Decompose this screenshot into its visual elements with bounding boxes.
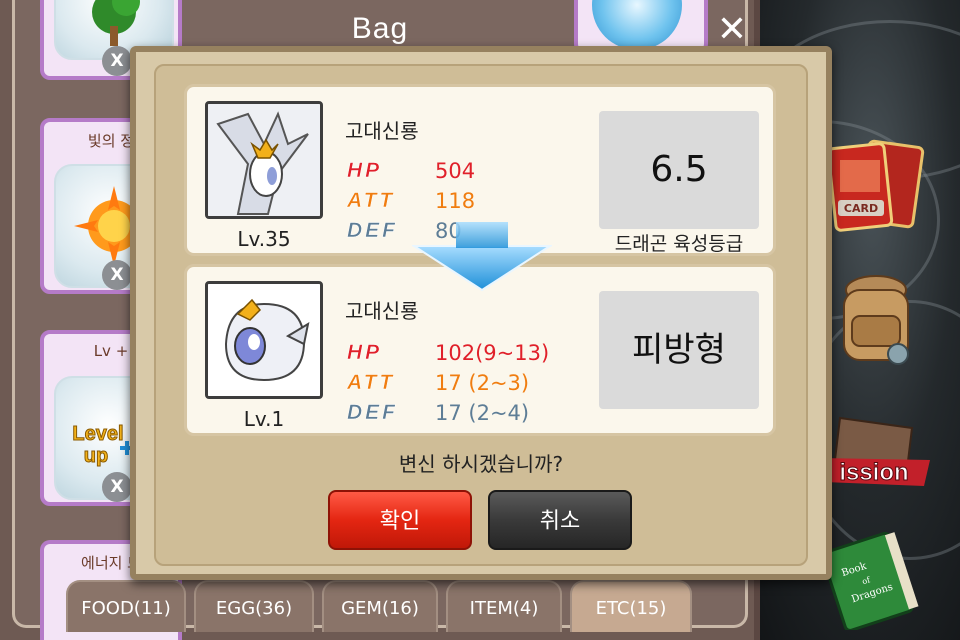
mission-label: ission (839, 459, 908, 486)
current-level: Lv.35 (237, 227, 291, 251)
next-level: Lv.1 (243, 407, 285, 431)
type-box: 피방형 (599, 291, 759, 409)
dragon-portrait-baby (205, 281, 323, 399)
levelup-art-text-2: up (84, 445, 108, 467)
backpack-icon[interactable] (828, 268, 924, 372)
tab-egg[interactable]: EGG(36) (194, 580, 314, 632)
att-label: ATT (347, 189, 396, 213)
category-tabs: FOOD(11) EGG(36) GEM(16) ITEM(4) ETC(15) (66, 576, 706, 632)
confirm-question: 변신 하시겠습니까? (398, 452, 564, 476)
grade-value: 6.5 (650, 149, 708, 190)
grade-box: 6.5 (599, 111, 759, 229)
hp-label: HP (347, 159, 383, 183)
grade-caption: 드래곤 육성등급 (614, 233, 744, 255)
current-dragon-name: 고대신룡 (345, 119, 419, 143)
arrow-down-icon (410, 222, 554, 292)
card-icon[interactable]: CARD (826, 138, 926, 238)
confirm-button[interactable]: 확인 (328, 490, 472, 550)
att-value: 17 (2~3) (435, 371, 530, 395)
tab-etc[interactable]: ETC(15) (570, 580, 692, 632)
def-label: DEF (347, 401, 398, 425)
remove-item-button[interactable]: X (102, 472, 132, 502)
mission-icon[interactable]: ission (820, 408, 930, 498)
cancel-button[interactable]: 취소 (488, 490, 632, 550)
att-label: ATT (347, 371, 396, 395)
book-icon[interactable]: Book of Dragons (818, 530, 922, 632)
hp-label: HP (347, 341, 383, 365)
tab-item[interactable]: ITEM(4) (446, 580, 562, 632)
att-value: 118 (435, 189, 476, 213)
tab-gem[interactable]: GEM(16) (322, 580, 438, 632)
card-label: CARD (844, 202, 878, 215)
dragon-portrait-adult (205, 101, 323, 219)
hp-value: 102(9~13) (435, 341, 550, 365)
levelup-art-text-1: Level (72, 423, 123, 445)
type-label: 피방형 (632, 330, 726, 370)
close-icon[interactable]: ✕ (712, 10, 752, 50)
def-value: 17 (2~4) (435, 401, 530, 425)
tab-food[interactable]: FOOD(11) (66, 580, 186, 632)
def-label: DEF (347, 219, 398, 243)
hp-value: 504 (435, 159, 476, 183)
remove-item-button[interactable]: X (102, 260, 132, 290)
next-dragon-name: 고대신룡 (345, 299, 419, 323)
remove-item-button[interactable]: X (102, 46, 132, 76)
